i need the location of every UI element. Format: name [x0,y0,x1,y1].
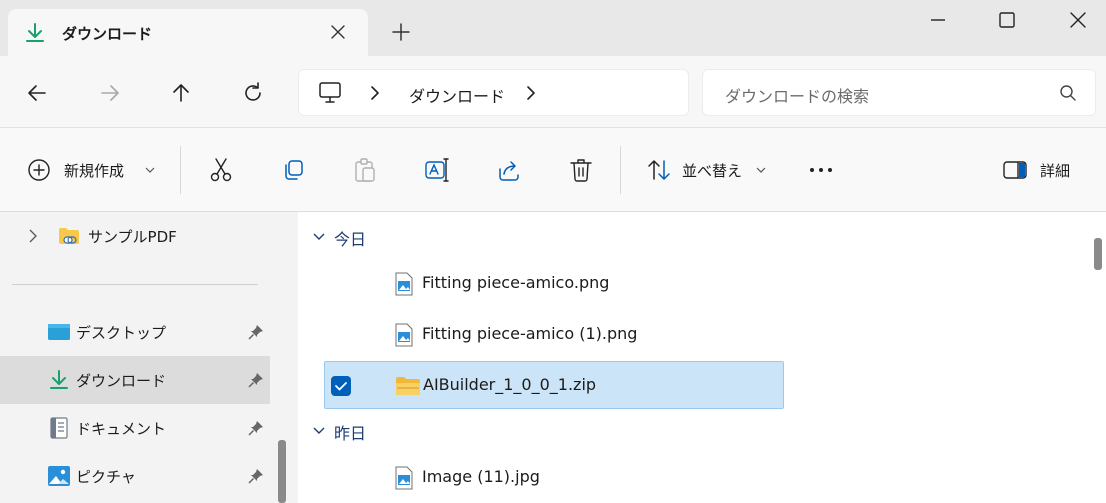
delete-icon[interactable] [568,157,594,183]
pin-icon[interactable] [248,468,264,484]
zip-folder-icon [396,377,420,395]
chevron-down-icon [145,167,155,173]
group-label: 昨日 [334,424,367,443]
group-label: 今日 [334,230,367,249]
paste-icon[interactable] [352,157,378,183]
title-bar: ダウンロード [0,0,1106,56]
image-file-icon [395,466,413,490]
pictures-icon [48,466,70,486]
pin-icon[interactable] [248,324,264,340]
sidebar-divider [12,284,258,285]
pin-icon[interactable] [248,420,264,436]
sidebar-item-label: ドキュメント [76,420,167,438]
tab-downloads[interactable]: ダウンロード [8,9,368,56]
details-pane-icon [1003,161,1027,179]
sidebar-item-documents[interactable]: ドキュメント [0,404,270,452]
group-header-yesterday[interactable]: 昨日 [312,418,392,446]
file-name: Fitting piece-amico (1).png [422,324,638,343]
chevron-right-icon[interactable] [367,84,383,102]
file-list: 今日 Fitting piece-amico.png Fitting piece… [298,212,1106,503]
sort-button-label: 並べ替え [682,162,743,180]
image-file-icon [395,323,413,347]
file-row[interactable]: Fitting piece-amico.png [324,260,784,308]
sidebar-item-label: サンプルPDF [88,228,177,246]
add-circle-icon [28,159,50,181]
close-tab-icon[interactable] [326,20,350,44]
toolbar-divider [180,146,181,194]
navigation-pane: サンプルPDF デスクトップ ダウンロード ドキュメント ピクチャ [0,212,289,503]
refresh-icon[interactable] [240,80,266,106]
sidebar-item-label: ピクチャ [76,468,136,486]
image-file-icon [395,272,413,296]
toolbar-divider [620,146,621,194]
desktop-icon [48,324,70,340]
file-name: AIBuilder_1_0_0_1.zip [423,375,597,394]
chevron-right-icon[interactable] [523,84,539,102]
chevron-right-icon[interactable] [28,229,38,243]
share-icon[interactable] [496,157,522,183]
cut-icon[interactable] [208,157,234,183]
sidebar-item-downloads[interactable]: ダウンロード [0,356,270,404]
chevron-down-icon [756,167,766,173]
file-name: Fitting piece-amico.png [422,273,610,292]
command-bar: 新規作成 並べ替え 詳細 [0,128,1106,212]
rename-icon[interactable] [424,157,450,183]
navigation-bar: ダウンロード ダウンロードの検索 [0,56,1106,128]
pin-icon[interactable] [248,372,264,388]
search-input[interactable]: ダウンロードの検索 [725,83,869,107]
new-tab-icon[interactable] [390,21,412,43]
file-row[interactable]: Image (11).jpg [324,454,784,502]
file-list-scrollbar[interactable] [1094,238,1102,270]
sidebar-item-pictures[interactable]: ピクチャ [0,452,270,500]
new-button-label: 新規作成 [64,162,125,180]
address-bar[interactable]: ダウンロード [298,69,689,116]
sidebar-item-label: ダウンロード [76,372,167,390]
chevron-down-icon[interactable] [312,230,326,244]
back-icon[interactable] [24,80,50,106]
download-icon [50,370,68,389]
details-button-label: 詳細 [1040,162,1071,180]
group-header-today[interactable]: 今日 [312,224,392,252]
maximize-icon[interactable] [995,8,1019,32]
sort-icon [648,160,670,180]
sidebar-item-label: デスクトップ [76,324,167,342]
breadcrumb-downloads[interactable]: ダウンロード [409,83,505,107]
sidebar-scrollbar[interactable] [278,440,286,503]
sidebar-item-desktop[interactable]: デスクトップ [0,308,270,356]
up-icon[interactable] [168,80,194,106]
chevron-down-icon[interactable] [312,424,326,438]
copy-icon[interactable] [280,157,306,183]
forward-icon[interactable] [97,80,123,106]
search-icon[interactable] [1059,84,1077,102]
more-icon[interactable] [808,157,834,183]
file-row[interactable]: Fitting piece-amico (1).png [324,311,784,359]
minimize-icon[interactable] [926,8,950,32]
file-name: Image (11).jpg [422,467,540,486]
download-icon [26,23,44,42]
checkbox-checked-icon[interactable] [331,376,351,396]
close-icon[interactable] [1066,8,1090,32]
search-box[interactable]: ダウンロードの検索 [702,69,1096,116]
document-icon [50,417,68,439]
tab-title: ダウンロード [62,25,153,43]
file-row-selected[interactable]: AIBuilder_1_0_0_1.zip [324,361,784,409]
sidebar-item-sample-pdf[interactable]: サンプルPDF [0,212,270,260]
linked-folder-icon [59,228,79,244]
this-pc-icon[interactable] [317,81,343,105]
